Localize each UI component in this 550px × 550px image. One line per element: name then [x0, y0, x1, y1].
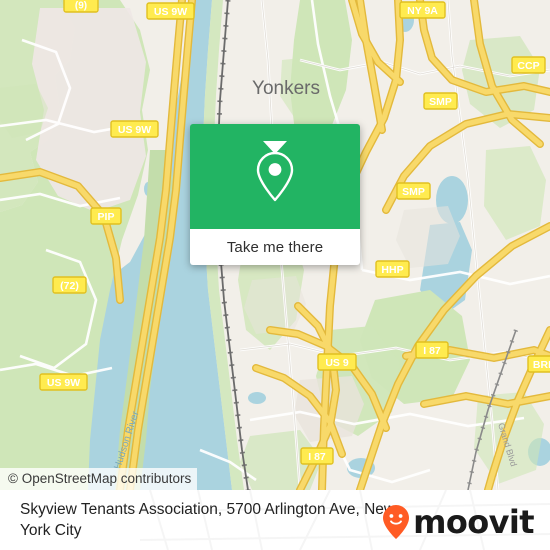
route-shield: SMP	[423, 92, 458, 110]
route-shield: US 9W	[146, 2, 195, 20]
svg-text:CCP: CCP	[517, 60, 539, 72]
route-shield: I 87	[415, 341, 449, 359]
moovit-logo[interactable]: moovit	[381, 503, 535, 541]
route-shield: PIP	[90, 207, 122, 225]
route-shield: (9)	[63, 0, 99, 13]
footer-bar: Skyview Tenants Association, 5700 Arling…	[0, 490, 550, 550]
route-shield: (72)	[52, 276, 87, 294]
osm-attribution[interactable]: © OpenStreetMap contributors	[0, 468, 198, 490]
svg-text:US 9W: US 9W	[154, 6, 187, 18]
svg-text:US 9: US 9	[325, 357, 349, 369]
popup-image-placeholder	[190, 124, 360, 229]
map-label-yonkers: Yonkers	[252, 78, 320, 99]
moovit-pin-smile-icon	[383, 505, 410, 539]
svg-text:BRP: BRP	[533, 359, 550, 371]
route-shield: US 9	[317, 353, 357, 371]
route-shield: HHP	[375, 260, 410, 278]
svg-text:PIP: PIP	[98, 211, 115, 223]
svg-text:(9): (9)	[75, 1, 87, 12]
route-shield: CCP	[511, 56, 546, 74]
map-pin-icon	[256, 151, 294, 201]
svg-text:I 87: I 87	[308, 451, 326, 463]
route-shield: US 9W	[110, 120, 159, 138]
svg-text:HHP: HHP	[381, 264, 403, 276]
route-shield: I 87	[300, 447, 334, 465]
svg-text:SMP: SMP	[402, 186, 425, 198]
take-me-there-button[interactable]: Take me there	[190, 229, 360, 265]
location-title: Skyview Tenants Association, 5700 Arling…	[20, 501, 396, 539]
route-shield: US 9W	[39, 373, 88, 391]
route-shield: NY 9A	[399, 1, 446, 19]
svg-text:(72): (72)	[60, 280, 79, 292]
moovit-wordmark: moovit	[413, 503, 534, 541]
svg-text:US 9W: US 9W	[47, 377, 80, 389]
route-shield: SMP	[396, 182, 431, 200]
svg-text:I 87: I 87	[423, 345, 441, 357]
popup-pointer-notch	[263, 141, 287, 154]
route-shield: BRP	[527, 355, 550, 373]
svg-text:US 9W: US 9W	[118, 124, 151, 136]
svg-text:SMP: SMP	[429, 96, 452, 108]
svg-text:NY 9A: NY 9A	[407, 5, 438, 17]
map-screenshot: Yonkers Hudson River Grand Blvd (9) US 9…	[0, 0, 550, 550]
